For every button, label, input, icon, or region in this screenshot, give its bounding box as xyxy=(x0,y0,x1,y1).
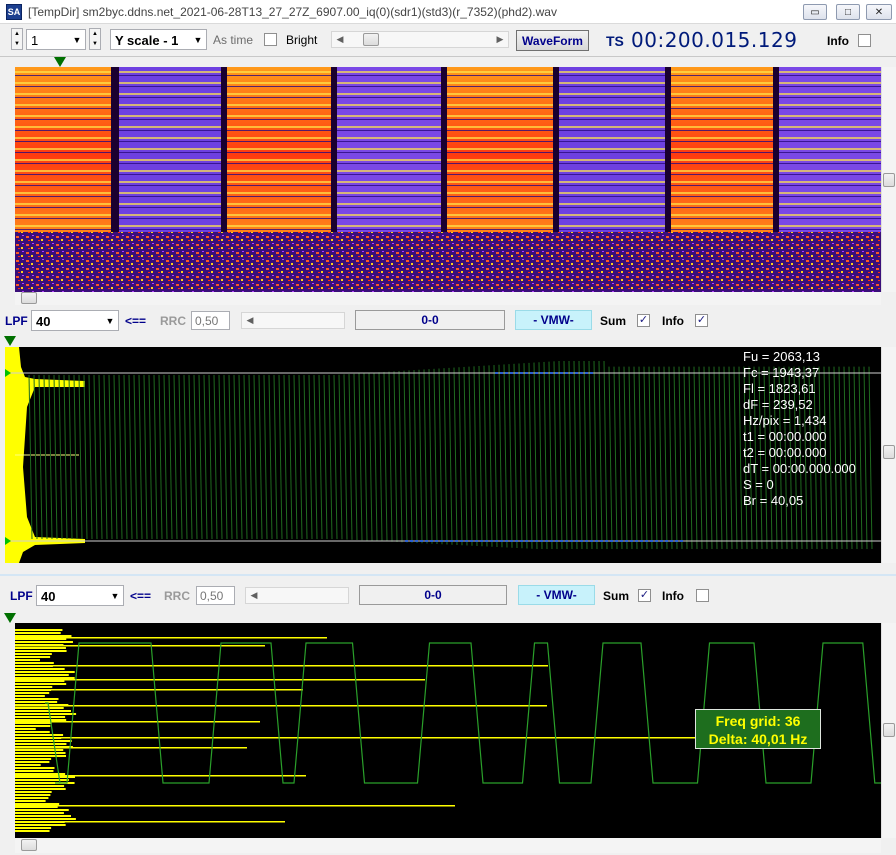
t2-readout: t2 = 00:00.000 xyxy=(743,445,827,460)
channel-value: 1 xyxy=(31,33,39,48)
s-readout: S = 0 xyxy=(743,477,774,492)
rrc-value: 0,50 xyxy=(195,314,219,328)
vscroll-thumb[interactable] xyxy=(883,173,895,187)
spectrogram-panel[interactable] xyxy=(15,67,881,292)
range-value: 0-0 xyxy=(421,313,439,327)
fu-readout: Fu = 2063,13 xyxy=(743,349,820,364)
chevron-down-icon: ▼ xyxy=(193,35,203,45)
freq-grid-label: Freq grid: 36 xyxy=(715,713,801,729)
eye-vscroll[interactable] xyxy=(881,623,896,838)
divider xyxy=(0,56,896,57)
eye-panel[interactable]: Freq grid: 36 Delta: 40,01 Hz xyxy=(15,623,881,838)
toolbar-slider[interactable]: ◀ ▶ xyxy=(331,31,509,48)
title-bar: SA [TempDir] sm2byc.ddns.net_2021-06-28T… xyxy=(0,0,896,24)
sum-checkbox[interactable]: ✓ xyxy=(638,589,651,602)
scroll-left-icon[interactable]: ◀ xyxy=(332,32,348,47)
spectrogram-hscroll[interactable] xyxy=(15,292,881,305)
delta-label: Delta: 40,01 Hz xyxy=(708,731,808,747)
spectrogram xyxy=(15,67,881,292)
info-label: Info xyxy=(827,34,849,48)
fl-readout: Fl = 1823,61 xyxy=(743,381,816,396)
br-readout: Br = 40,05 xyxy=(743,493,804,508)
lpf-label: LPF xyxy=(10,589,33,603)
minimize-button[interactable]: ▭ xyxy=(803,4,827,20)
lpf-select[interactable]: 40 ▼ xyxy=(31,310,119,331)
rrc-slider[interactable]: ◀ xyxy=(245,587,349,604)
marker-triangle-icon[interactable] xyxy=(4,613,16,623)
marker-triangle-icon[interactable] xyxy=(54,57,66,67)
lpf-value: 40 xyxy=(41,589,56,604)
vmw-button[interactable]: - VMW- xyxy=(518,585,595,605)
bright-checkbox[interactable] xyxy=(264,33,277,46)
arrow-label: <== xyxy=(130,589,152,603)
timestamp-readout: 00:200.015.129 xyxy=(631,28,798,52)
sum-label: Sum xyxy=(603,589,630,603)
freq-grid-box: Freq grid: 36 Delta: 40,01 Hz xyxy=(695,709,821,749)
info-label: Info xyxy=(662,589,684,603)
scroll-right-icon[interactable]: ▶ xyxy=(492,32,508,47)
info-label: Info xyxy=(662,314,684,328)
waveform-panel[interactable]: Fu = 2063,13 Fc = 1943,37 Fl = 1823,61 d… xyxy=(5,347,881,563)
scroll-left-icon[interactable]: ◀ xyxy=(246,588,262,603)
as-time-label: As time xyxy=(213,33,254,47)
rrc-field[interactable]: 0,50 xyxy=(196,586,235,605)
minimize-icon: ▭ xyxy=(810,6,820,18)
channel-select[interactable]: 1 ▼ xyxy=(26,29,86,50)
hzpix-readout: Hz/pix = 1,434 xyxy=(743,413,827,428)
maximize-button[interactable]: □ xyxy=(836,4,860,20)
marker-triangle-icon[interactable] xyxy=(4,336,16,346)
vscroll-thumb[interactable] xyxy=(883,723,895,737)
spectrogram-vscroll[interactable] xyxy=(881,67,896,292)
bright-label: Bright xyxy=(286,33,318,47)
rrc-slider[interactable]: ◀ xyxy=(241,312,345,329)
df-readout: dF = 239,52 xyxy=(743,397,813,412)
fc-readout: Fc = 1943,37 xyxy=(743,365,820,380)
chevron-down-icon: ▼ xyxy=(72,35,82,45)
slider-thumb[interactable] xyxy=(363,33,379,46)
t1-readout: t1 = 00:00.000 xyxy=(743,429,827,444)
wave-info-block: Fu = 2063,13 Fc = 1943,37 Fl = 1823,61 d… xyxy=(743,349,856,509)
waveform-vscroll[interactable] xyxy=(881,347,896,563)
window-title: [TempDir] sm2byc.ddns.net_2021-06-28T13_… xyxy=(28,5,557,19)
range-display: 0-0 xyxy=(355,310,505,330)
sum-label: Sum xyxy=(600,314,627,328)
hscroll-thumb[interactable] xyxy=(21,292,37,304)
dt-readout: dT = 00:00.000.000 xyxy=(743,461,856,476)
chevron-down-icon: ▼ xyxy=(110,591,120,601)
rrc-field[interactable]: 0,50 xyxy=(191,311,230,330)
chevron-down-icon: ▼ xyxy=(105,316,115,326)
info-checkbox[interactable] xyxy=(696,589,709,602)
range-display: 0-0 xyxy=(359,585,507,605)
info-checkbox[interactable] xyxy=(858,34,871,47)
rrc-value: 0,50 xyxy=(200,589,224,603)
splitter[interactable] xyxy=(0,574,896,576)
sum-checkbox[interactable]: ✓ xyxy=(637,314,650,327)
vscroll-thumb[interactable] xyxy=(883,445,895,459)
waveform-button[interactable]: WaveForm xyxy=(516,30,589,51)
lpf-value: 40 xyxy=(36,314,51,329)
lpf-label: LPF xyxy=(5,314,28,328)
close-button[interactable]: ✕ xyxy=(866,4,892,20)
channel-spinner[interactable]: ▲ ▼ xyxy=(89,28,101,50)
spectrogram-bands xyxy=(15,67,881,292)
eye-hscroll[interactable] xyxy=(15,838,881,853)
hscroll-thumb[interactable] xyxy=(21,839,37,851)
channel-spinner-left[interactable]: ▲ ▼ xyxy=(11,28,23,50)
range-value: 0-0 xyxy=(424,588,442,602)
rrc-label: RRC xyxy=(160,314,186,328)
arrow-label: <== xyxy=(125,314,147,328)
scroll-left-icon[interactable]: ◀ xyxy=(242,313,258,328)
vmw-button[interactable]: - VMW- xyxy=(515,310,592,330)
yscale-select[interactable]: Y scale - 1 ▼ xyxy=(110,29,207,50)
rrc-label: RRC xyxy=(164,589,190,603)
maximize-icon: □ xyxy=(844,6,852,18)
app-icon: SA xyxy=(6,4,22,20)
lpf-select[interactable]: 40 ▼ xyxy=(36,585,124,606)
info-checkbox[interactable]: ✓ xyxy=(695,314,708,327)
ts-label: TS xyxy=(606,33,624,49)
histogram xyxy=(15,629,715,832)
yscale-value: Y scale - 1 xyxy=(115,33,179,48)
close-icon: ✕ xyxy=(874,6,884,18)
